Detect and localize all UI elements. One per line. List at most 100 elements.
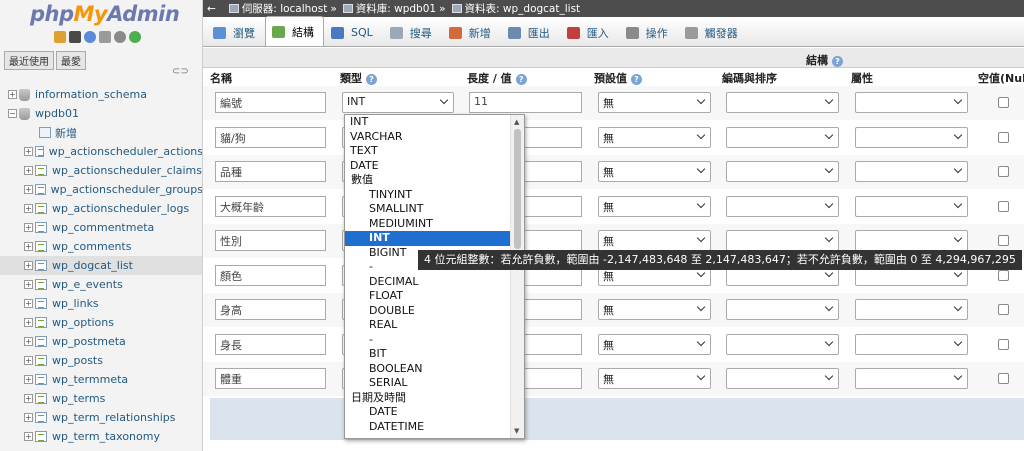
table-icon[interactable]: [35, 374, 47, 385]
tab-wrench[interactable]: 操作: [619, 18, 678, 46]
column-default-select[interactable]: 無: [598, 161, 711, 182]
column-name-input[interactable]: 貓/狗: [215, 126, 326, 148]
column-name-input[interactable]: 身高: [215, 299, 326, 320]
tree-item-label[interactable]: wp_e_events: [52, 278, 123, 291]
expand-toggle-icon[interactable]: +: [24, 223, 33, 232]
phpmyadmin-logo[interactable]: phpMyAdmin: [30, 2, 180, 26]
table-icon[interactable]: [35, 279, 47, 290]
docs-icon[interactable]: [99, 31, 111, 43]
collapse-arrow-icon[interactable]: ←: [207, 3, 216, 15]
tree-item[interactable]: + wp_term_taxonomy: [0, 427, 202, 446]
type-option[interactable]: TINYINT: [345, 188, 524, 203]
tab-search[interactable]: 搜尋: [383, 18, 442, 46]
scroll-down-icon[interactable]: ▼: [514, 427, 519, 435]
column-collation-select[interactable]: [726, 195, 839, 217]
column-attributes-select[interactable]: [855, 333, 968, 355]
scrollbar-thumb[interactable]: [514, 129, 521, 249]
expand-toggle-icon[interactable]: +: [24, 280, 33, 289]
table-icon[interactable]: [34, 146, 44, 157]
column-collation-select[interactable]: [726, 230, 839, 251]
expand-toggle-icon[interactable]: +: [24, 166, 33, 175]
column-attributes-select[interactable]: [855, 368, 968, 389]
type-option[interactable]: DOUBLE: [345, 304, 524, 319]
column-attributes-select[interactable]: [855, 161, 968, 182]
expand-toggle-icon[interactable]: +: [24, 356, 33, 365]
column-default-select[interactable]: 無: [598, 368, 711, 389]
reload-icon[interactable]: [129, 31, 141, 43]
tree-item-label[interactable]: wp_termmeta: [52, 373, 128, 386]
column-collation-select[interactable]: [726, 299, 839, 320]
null-checkbox[interactable]: [998, 131, 1009, 143]
table-icon[interactable]: [35, 241, 47, 252]
tab-structure[interactable]: 結構: [265, 16, 324, 46]
column-attributes-select[interactable]: [855, 195, 968, 217]
null-checkbox[interactable]: [998, 200, 1009, 212]
type-option[interactable]: DATE: [345, 159, 524, 174]
tree-item[interactable]: + wp_terms: [0, 389, 202, 408]
table-icon[interactable]: [35, 165, 47, 176]
exit-icon[interactable]: [69, 31, 81, 43]
expand-toggle-icon[interactable]: +: [24, 413, 33, 422]
tree-item-label[interactable]: wp_actionscheduler_groups: [51, 183, 202, 196]
type-option[interactable]: INT: [345, 115, 524, 130]
null-checkbox[interactable]: [998, 304, 1009, 315]
type-option[interactable]: DECIMAL: [345, 275, 524, 290]
column-default-select[interactable]: 無: [598, 195, 711, 217]
tree-item-label[interactable]: wp_actionscheduler_actions: [49, 145, 202, 158]
column-collation-select[interactable]: [726, 333, 839, 355]
type-option[interactable]: TEXT: [345, 144, 524, 159]
type-option[interactable]: DATE: [345, 405, 524, 420]
breadcrumb-database[interactable]: 資料庫: wpdb01: [356, 1, 436, 16]
tree-item[interactable]: + wp_postmeta: [0, 332, 202, 351]
tree-item[interactable]: + wp_actionscheduler_logs: [0, 199, 202, 218]
expand-toggle-icon[interactable]: +: [24, 432, 33, 441]
column-name-input[interactable]: 身長: [215, 333, 326, 355]
dropdown-scrollbar[interactable]: ▲ ▼: [510, 115, 524, 438]
column-name-input[interactable]: 性別: [215, 230, 326, 251]
table-icon[interactable]: [35, 317, 47, 328]
link-icon[interactable]: ⊂⊃: [172, 66, 189, 77]
tab-trigger[interactable]: 觸發器: [678, 18, 748, 46]
scroll-up-icon[interactable]: ▲: [514, 118, 519, 126]
type-option[interactable]: -: [345, 333, 524, 348]
tree-item[interactable]: − wpdb01: [0, 104, 202, 123]
tree-item[interactable]: + wp_comments: [0, 237, 202, 256]
tree-item[interactable]: + wp_actionscheduler_claims: [0, 161, 202, 180]
expand-toggle-icon[interactable]: +: [24, 318, 33, 327]
table-icon[interactable]: [35, 412, 47, 423]
tree-item-label[interactable]: 新增: [55, 125, 77, 141]
tree-item-label[interactable]: wp_actionscheduler_logs: [52, 202, 189, 215]
tree-item[interactable]: + wp_actionscheduler_actions: [0, 142, 202, 161]
expand-toggle-icon[interactable]: +: [24, 337, 33, 346]
column-name-input[interactable]: 品種: [215, 161, 326, 182]
breadcrumb-server[interactable]: 伺服器: localhost: [242, 1, 328, 16]
table-icon[interactable]: [35, 222, 47, 233]
settings-icon[interactable]: [114, 31, 126, 43]
tree-item[interactable]: + wp_commentmeta: [0, 218, 202, 237]
tab-export[interactable]: 匯出: [501, 18, 560, 46]
tab-browse[interactable]: 瀏覽: [206, 18, 265, 46]
type-option[interactable]: BOOLEAN: [345, 362, 524, 377]
tree-item[interactable]: + wp_links: [0, 294, 202, 313]
expand-toggle-icon[interactable]: +: [24, 147, 33, 156]
home-icon[interactable]: [54, 31, 66, 43]
column-collation-select[interactable]: [726, 368, 839, 389]
tree-item[interactable]: + information_schema: [0, 85, 202, 104]
tree-item-label[interactable]: wp_term_taxonomy: [52, 430, 160, 443]
column-default-select[interactable]: 無: [598, 230, 711, 251]
expand-toggle-icon[interactable]: +: [24, 375, 33, 384]
tree-item-label[interactable]: wpdb01: [35, 107, 79, 120]
table-icon[interactable]: [35, 431, 47, 442]
breadcrumb-table[interactable]: 資料表: wp_dogcat_list: [465, 1, 581, 16]
null-checkbox[interactable]: [998, 97, 1009, 108]
column-name-input[interactable]: 編號: [215, 92, 326, 113]
table-icon[interactable]: [35, 260, 47, 271]
null-checkbox[interactable]: [998, 338, 1009, 350]
column-name-input[interactable]: 顏色: [215, 264, 326, 286]
tree-item-label[interactable]: wp_posts: [52, 354, 103, 367]
expand-toggle-icon[interactable]: +: [24, 242, 33, 251]
type-dropdown-list[interactable]: INT VARCHAR TEXT DATE 數值 TINYINT SMALLINT MEDIU…: [344, 114, 525, 439]
expand-toggle-icon[interactable]: +: [24, 185, 33, 194]
tree-item[interactable]: + wp_dogcat_list: [0, 256, 202, 275]
table-icon[interactable]: [35, 203, 47, 214]
